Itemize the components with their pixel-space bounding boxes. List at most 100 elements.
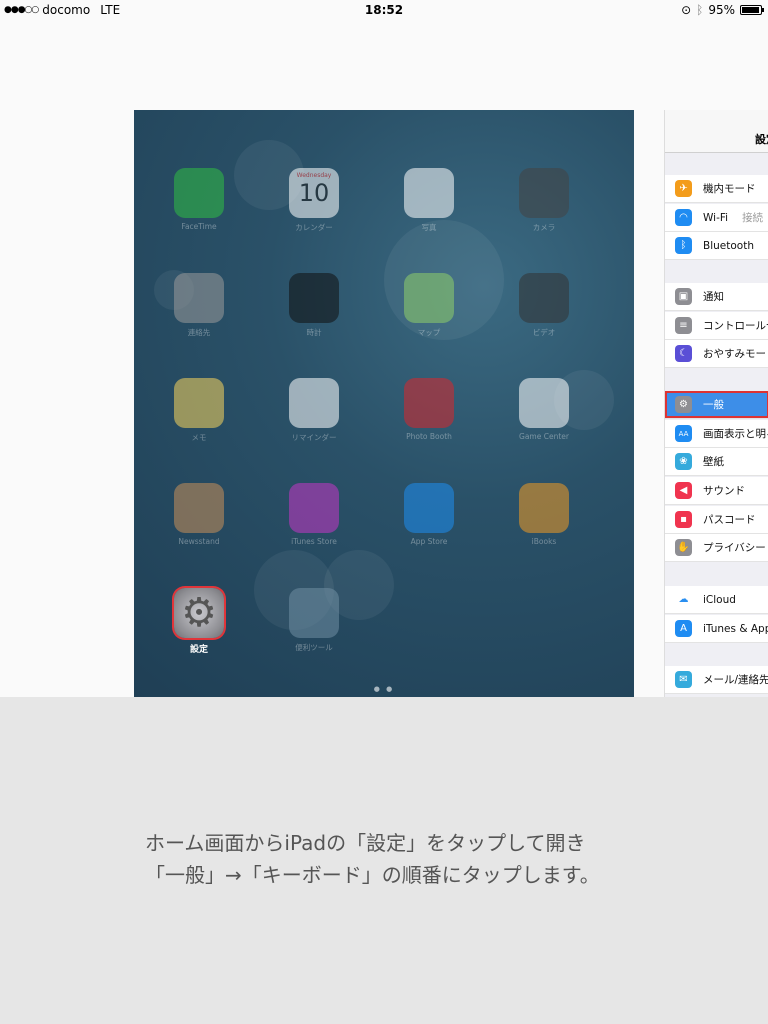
calendar-weekday: Wednesday xyxy=(296,172,332,179)
app-photos[interactable]: 写真 xyxy=(389,168,469,233)
sound-icon: ◀ xyxy=(675,482,692,499)
videos-icon xyxy=(519,273,569,323)
app-label: カメラ xyxy=(532,223,556,232)
settings-row-label: iTunes & App Store xyxy=(703,622,768,635)
app-label: Photo Booth xyxy=(406,432,452,441)
clock-icon xyxy=(289,273,339,323)
app-label: 連絡先 xyxy=(187,328,211,337)
airplane-icon: ✈ xyxy=(675,180,692,197)
app-app-store[interactable]: App Store xyxy=(389,483,469,546)
photos-icon xyxy=(404,168,454,218)
settings-row-notifications[interactable]: ▣ 通知 xyxy=(665,283,768,311)
settings-row-wallpaper[interactable]: ❀ 壁紙 xyxy=(665,448,768,476)
control-center-icon: ≡ xyxy=(675,317,692,334)
settings-row-label: 通知 xyxy=(703,291,724,303)
settings-row-wifi[interactable]: ◠ Wi-Fi 接続 xyxy=(665,204,768,232)
ibooks-icon xyxy=(519,483,569,533)
app-facetime[interactable]: FaceTime xyxy=(159,168,239,231)
settings-row-moon[interactable]: ☾ おやすみモード xyxy=(665,340,768,368)
camera-icon xyxy=(519,168,569,218)
app-label: ビデオ xyxy=(532,328,556,337)
settings-row-app-store-small[interactable]: AiTunes & App Store xyxy=(665,615,768,643)
contacts-icon xyxy=(174,273,224,323)
app-settings-gear[interactable]: ⚙ 設定 xyxy=(159,588,239,655)
app-label: iBooks xyxy=(531,537,557,546)
app-store-small-icon: A xyxy=(675,620,692,637)
app-label: カレンダー xyxy=(295,223,333,232)
settings-row-sound[interactable]: ◀ サウンド xyxy=(665,477,768,505)
calendar-date: 10 xyxy=(298,179,330,207)
app-label: 便利ツール xyxy=(295,643,333,652)
notes-icon xyxy=(174,378,224,428)
settings-row-label: プライバシー xyxy=(703,542,766,554)
settings-row-label: 機内モード xyxy=(703,183,756,195)
bluetooth-icon: ᛒ xyxy=(675,237,692,254)
wallpaper-icon: ❀ xyxy=(675,453,692,470)
app-itunes-store[interactable]: iTunes Store xyxy=(274,483,354,546)
folder-icon xyxy=(289,588,339,638)
app-videos[interactable]: ビデオ xyxy=(504,273,584,338)
app-label: Newsstand xyxy=(178,537,220,546)
settings-row-label: パスコード xyxy=(703,514,756,526)
icloud-icon: ☁ xyxy=(675,591,692,608)
app-maps[interactable]: マップ xyxy=(389,273,469,338)
app-label: Game Center xyxy=(519,432,569,441)
settings-row-hand[interactable]: ✋ プライバシー xyxy=(665,534,768,562)
instruction-caption: ホーム画面からiPadの「設定」をタップして開き 「一般」→「キーボード」の順番… xyxy=(145,827,665,891)
settings-row-gear[interactable]: ⚙ 一般 xyxy=(665,391,768,419)
battery-icon xyxy=(740,5,764,15)
ipad-home-screen: ● ● FaceTime Wednesday 10 カレンダー 写真 カメラ 連絡先 時計 マッ… xyxy=(134,110,634,697)
battery-fill xyxy=(742,7,759,13)
bluetooth-status-icon: ᛒ xyxy=(696,3,704,17)
settings-row-label: 壁紙 xyxy=(703,456,724,468)
app-ibooks[interactable]: iBooks xyxy=(504,483,584,546)
photo-booth-icon xyxy=(404,378,454,428)
settings-row-control-center[interactable]: ≡ コントロールセンター xyxy=(665,312,768,340)
calendar-icon: Wednesday 10 xyxy=(289,168,339,218)
settings-row-label: Bluetooth xyxy=(703,239,754,252)
app-label: メモ xyxy=(191,433,207,442)
newsstand-icon xyxy=(174,483,224,533)
app-game-center[interactable]: Game Center xyxy=(504,378,584,441)
settings-row-lock[interactable]: ▪ パスコード xyxy=(665,506,768,534)
settings-row-label: 画面表示と明るさ xyxy=(703,428,768,440)
settings-row-bluetooth[interactable]: ᛒ Bluetooth xyxy=(665,232,768,260)
settings-row-display[interactable]: AA 画面表示と明るさ xyxy=(665,420,768,448)
app-label: 設定 xyxy=(189,645,208,655)
rotation-lock-icon: ⊙ xyxy=(681,3,692,17)
settings-panel: 設定 ✈ 機内モード ◠ Wi-Fi 接続 ᛒ Bluetooth ▣ 通知 ≡ コントロールセンタ… xyxy=(664,110,768,697)
settings-row-label: コントロールセンター xyxy=(703,320,768,332)
hand-icon: ✋ xyxy=(675,539,692,556)
gear-icon: ⚙ xyxy=(675,396,692,413)
maps-icon xyxy=(404,273,454,323)
settings-row-label: サウンド xyxy=(703,485,745,497)
app-contacts[interactable]: 連絡先 xyxy=(159,273,239,338)
app-store-icon xyxy=(404,483,454,533)
settings-row-icloud[interactable]: ☁ iCloud xyxy=(665,586,768,614)
app-reminders[interactable]: リマインダー xyxy=(274,378,354,443)
settings-row-airplane[interactable]: ✈ 機内モード xyxy=(665,175,768,203)
app-calendar[interactable]: Wednesday 10 カレンダー xyxy=(274,168,354,233)
clock-time: 18:52 xyxy=(364,3,404,17)
moon-icon: ☾ xyxy=(675,345,692,362)
app-photo-booth[interactable]: Photo Booth xyxy=(389,378,469,441)
mail-icon: ✉ xyxy=(675,671,692,688)
app-label: App Store xyxy=(410,537,448,546)
app-label: 時計 xyxy=(306,328,322,337)
caption-area: ホーム画面からiPadの「設定」をタップして開き 「一般」→「キーボード」の順番… xyxy=(0,697,768,1024)
settings-gear-icon: ⚙ xyxy=(174,588,224,638)
settings-row-mail[interactable]: ✉ メール/連絡先/カレンダー xyxy=(665,666,768,694)
wifi-icon: ◠ xyxy=(675,209,692,226)
settings-gear-glyph: ⚙ xyxy=(181,590,217,636)
reminders-icon xyxy=(289,378,339,428)
settings-row-label: iCloud xyxy=(703,593,736,606)
caption-line-1: ホーム画面からiPadの「設定」をタップして開き xyxy=(145,831,586,855)
app-clock[interactable]: 時計 xyxy=(274,273,354,338)
app-newsstand[interactable]: Newsstand xyxy=(159,483,239,546)
app-label: マップ xyxy=(417,328,441,337)
settings-row-label: Wi-Fi xyxy=(703,211,729,224)
battery-percent: 95% xyxy=(708,3,735,17)
app-notes[interactable]: メモ xyxy=(159,378,239,443)
app-camera[interactable]: カメラ xyxy=(504,168,584,233)
app-folder[interactable]: 便利ツール xyxy=(274,588,354,653)
